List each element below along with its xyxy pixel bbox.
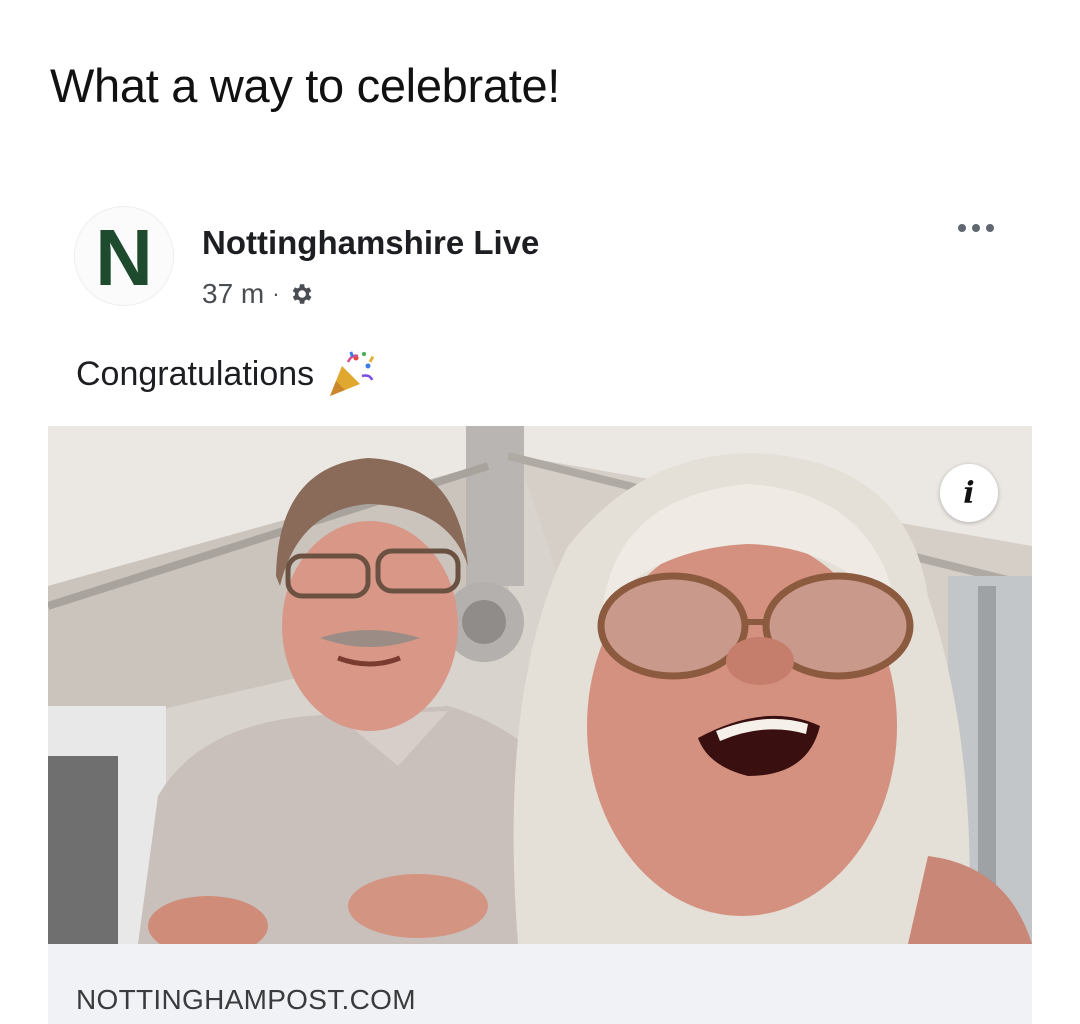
info-icon[interactable]: i [940, 464, 998, 522]
more-dot [958, 224, 966, 232]
post-photo[interactable]: i [48, 426, 1032, 944]
party-popper-icon [330, 351, 375, 396]
link-domain[interactable]: NOTTINGHAMPOST.COM [76, 984, 416, 1016]
caption-text: What a way to celebrate! [50, 59, 561, 112]
photo-illustration [48, 426, 1032, 944]
settings-gear-icon[interactable] [288, 281, 314, 307]
post-time[interactable]: 37 m [202, 278, 264, 310]
post-text: Congratulations [76, 348, 378, 400]
post-header: N Nottinghamshire Live 37 m · [74, 206, 1014, 316]
more-options-icon[interactable] [948, 212, 1004, 244]
avatar-letter: N [95, 213, 153, 302]
page-avatar[interactable]: N [74, 206, 174, 306]
meta-separator: · [272, 281, 280, 306]
post-meta: 37 m · [202, 278, 314, 310]
page-name-link[interactable]: Nottinghamshire Live [202, 224, 539, 262]
more-dot [972, 224, 980, 232]
more-dot [986, 224, 994, 232]
link-preview-bar[interactable]: NOTTINGHAMPOST.COM [48, 944, 1032, 1024]
post-message: Congratulations [76, 354, 315, 393]
